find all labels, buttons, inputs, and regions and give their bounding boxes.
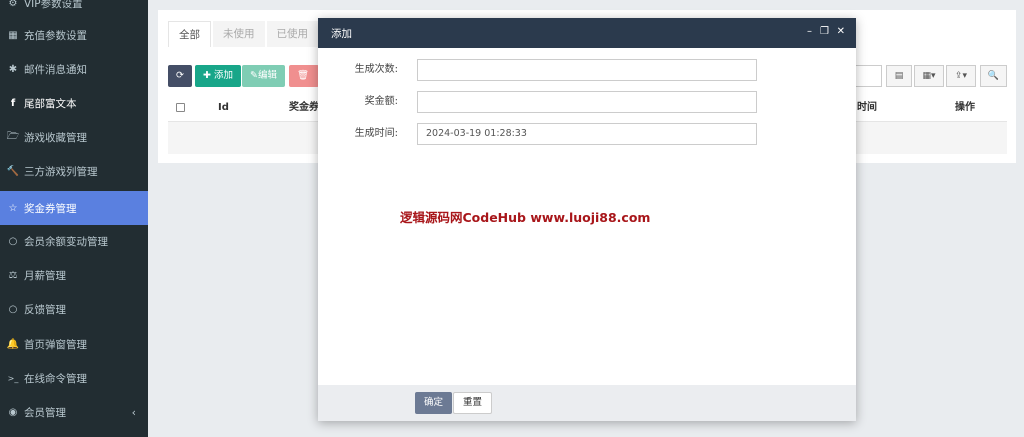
edit-button[interactable]: ✎编辑 xyxy=(242,65,285,87)
toggle-view-button[interactable]: ▤ xyxy=(886,65,912,87)
sidebar-item-label: 反馈管理 xyxy=(24,303,66,316)
plus-icon: ✚ xyxy=(203,70,214,81)
edit-button-label: 编辑 xyxy=(257,70,277,81)
modal-title: 添加 xyxy=(331,27,352,40)
sidebar-item-label: 奖金券管理 xyxy=(24,202,77,215)
facebook-icon: f xyxy=(10,97,16,109)
search-button[interactable]: 🔍 xyxy=(980,65,1007,87)
tab-used[interactable]: 已使用 xyxy=(266,21,318,47)
gavel-icon: 🔨 xyxy=(6,165,20,177)
modal-header: 添加 – ❐ ✕ xyxy=(318,18,856,48)
export-button[interactable]: ⇪▾ xyxy=(946,65,976,87)
bell-icon: 🔔 xyxy=(6,338,20,350)
sidebar-item-bonus-coupons[interactable]: ☆ 奖金券管理 xyxy=(0,191,148,225)
sidebar-item-label: VIP参数设置 xyxy=(24,0,83,10)
modal-footer: 确定 重置 xyxy=(318,385,856,421)
maximize-icon[interactable]: ❐ xyxy=(820,26,829,37)
status-tabs: 全部 未使用 已使用 xyxy=(168,21,320,47)
time-label: 生成时间: xyxy=(354,128,398,139)
sidebar: ⚙ VIP参数设置 ▦ 充值参数设置 ✱ 邮件消息通知 f 尾部富文本 🗁 游戏收藏管理 … xyxy=(0,0,148,437)
add-button[interactable]: ✚ 添加 xyxy=(195,65,241,87)
header-time[interactable]: 时间 xyxy=(857,94,877,122)
search-icon: 🔍 xyxy=(987,71,1000,81)
sidebar-item-recharge-settings[interactable]: ▦ 充值参数设置 xyxy=(0,18,148,52)
search-input[interactable] xyxy=(852,65,882,87)
select-all-checkbox[interactable] xyxy=(176,103,185,112)
amount-field[interactable] xyxy=(417,91,757,113)
sidebar-item-vip-settings[interactable]: ⚙ VIP参数设置 xyxy=(0,0,148,20)
sidebar-item-game-favorites[interactable]: 🗁 游戏收藏管理 xyxy=(0,120,148,154)
tab-unused[interactable]: 未使用 xyxy=(213,21,265,47)
sidebar-item-label: 尾部富文本 xyxy=(24,97,77,110)
terminal-icon: >_ xyxy=(7,373,19,383)
trash-icon: 🗑 xyxy=(297,70,310,81)
watermark-text: 逻辑源码网CodeHub www.luoji88.com xyxy=(400,210,651,225)
sidebar-item-members[interactable]: ◉ 会员管理 ‹ xyxy=(0,395,148,429)
sidebar-item-label: 会员余额变动管理 xyxy=(24,235,108,248)
sidebar-item-online-commands[interactable]: >_ 在线命令管理 xyxy=(0,361,148,395)
add-button-label: 添加 xyxy=(213,70,233,81)
sidebar-item-monthly-salary[interactable]: ⚖ 月薪管理 xyxy=(0,258,148,292)
minimize-icon[interactable]: – xyxy=(807,26,812,37)
sidebar-item-label: 在线命令管理 xyxy=(24,372,87,385)
export-icon: ⇪▾ xyxy=(954,71,968,81)
header-actions: 操作 xyxy=(955,102,975,113)
columns-button[interactable]: ▦▾ xyxy=(914,65,944,87)
refresh-button[interactable]: ⟳ xyxy=(168,65,192,87)
sidebar-item-label: 充值参数设置 xyxy=(24,29,87,42)
add-modal: 添加 – ❐ ✕ 生成次数: 奖金额: 生成时间: 2024-03-19 01:… xyxy=(318,18,856,421)
amount-label: 奖金额: xyxy=(364,96,398,107)
chevron-left-icon: ‹ xyxy=(131,405,136,419)
sidebar-item-label: 会员管理 xyxy=(24,406,66,419)
balance-scale-icon: ⚖ xyxy=(8,269,18,281)
header-amount[interactable]: 奖金券 xyxy=(289,94,319,122)
refresh-icon: ⟳ xyxy=(176,70,184,81)
time-field[interactable]: 2024-03-19 01:28:33 xyxy=(417,123,757,145)
header-id[interactable]: Id xyxy=(218,94,229,122)
star-icon: ☆ xyxy=(8,202,18,214)
sidebar-item-label: 三方游戏列管理 xyxy=(24,165,98,178)
count-label: 生成次数: xyxy=(354,64,398,75)
columns-icon: ▦▾ xyxy=(922,71,936,81)
sidebar-item-label: 首页弹窗管理 xyxy=(24,338,87,351)
table-icon: ▤ xyxy=(894,71,904,81)
circle-icon: ○ xyxy=(8,303,18,315)
pencil-icon: ✎ xyxy=(250,70,258,81)
confirm-button[interactable]: 确定 xyxy=(415,392,453,414)
tab-all[interactable]: 全部 xyxy=(168,21,211,47)
circle-icon: ○ xyxy=(8,235,18,247)
sidebar-item-home-popup[interactable]: 🔔 首页弹窗管理 xyxy=(0,327,148,361)
sidebar-item-label: 游戏收藏管理 xyxy=(24,131,87,144)
gear-icon: ⚙ xyxy=(8,0,18,9)
reset-button[interactable]: 重置 xyxy=(453,392,493,414)
user-circle-icon: ◉ xyxy=(8,406,18,418)
sidebar-item-label: 月薪管理 xyxy=(24,269,66,282)
sidebar-item-label: 邮件消息通知 xyxy=(24,63,87,76)
sidebar-item-balance-changes[interactable]: ○ 会员余额变动管理 xyxy=(0,224,148,258)
count-field[interactable] xyxy=(417,59,757,81)
asterisk-icon: ✱ xyxy=(8,63,18,75)
folder-open-icon: 🗁 xyxy=(6,130,20,142)
grid-icon: ▦ xyxy=(8,29,18,41)
sidebar-item-third-party-games[interactable]: 🔨 三方游戏列管理 xyxy=(0,154,148,188)
sidebar-item-mail-notify[interactable]: ✱ 邮件消息通知 xyxy=(0,52,148,86)
close-icon[interactable]: ✕ xyxy=(837,26,845,37)
delete-button[interactable]: 🗑删 xyxy=(289,65,319,103)
sidebar-item-footer-richtext[interactable]: f 尾部富文本 xyxy=(0,86,148,120)
sidebar-item-feedback[interactable]: ○ 反馈管理 xyxy=(0,292,148,326)
